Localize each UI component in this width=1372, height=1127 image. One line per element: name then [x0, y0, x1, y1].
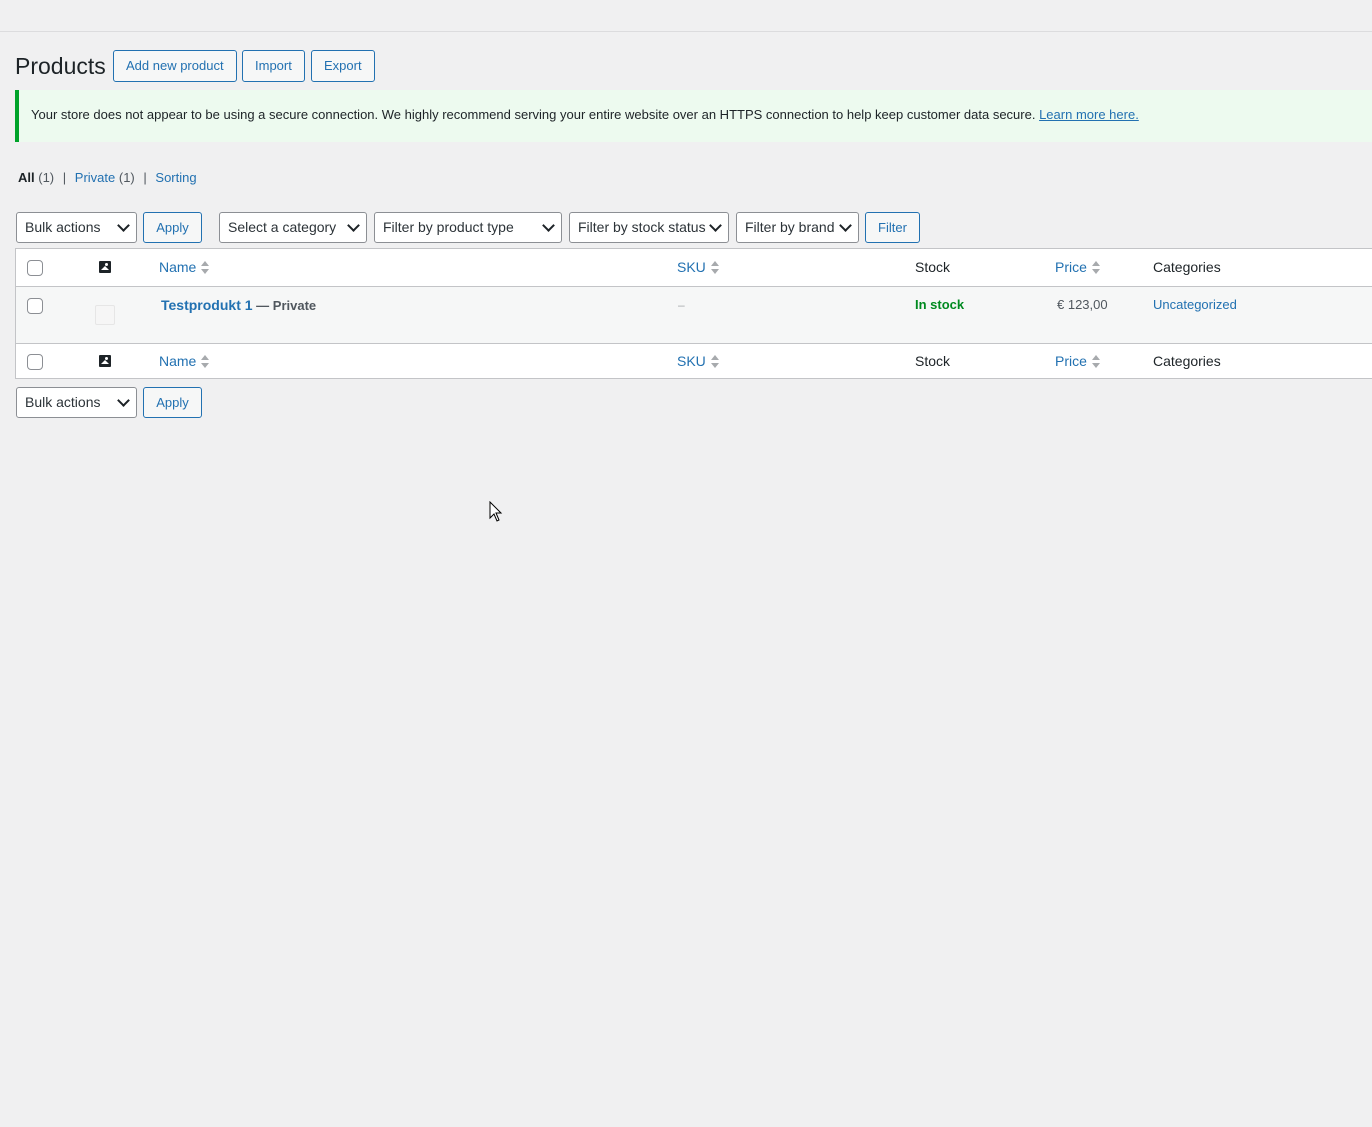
product-price: € 123,00	[1057, 297, 1108, 312]
column-price-footer[interactable]: Price	[1055, 351, 1101, 371]
table-header: Name SKU Stock Price Categories	[16, 249, 1372, 287]
product-category-link[interactable]: Uncategorized	[1153, 295, 1237, 315]
brand-value: Filter by brand	[745, 219, 835, 235]
column-price-label: Price	[1055, 353, 1087, 369]
column-sku-footer[interactable]: SKU	[677, 351, 720, 371]
import-button[interactable]: Import	[242, 50, 305, 82]
category-select[interactable]: Select a category	[219, 212, 367, 243]
stock-status-value: Filter by stock status	[578, 219, 706, 235]
column-stock-footer: Stock	[915, 353, 951, 369]
filter-button[interactable]: Filter	[865, 212, 920, 243]
select-all-checkbox[interactable]	[27, 260, 43, 276]
column-sku-label: SKU	[677, 353, 706, 369]
add-new-product-button[interactable]: Add new product	[113, 50, 237, 82]
column-name-label: Name	[159, 259, 197, 275]
category-value: Select a category	[228, 219, 337, 235]
products-table: Name SKU Stock Price Categories Testprod…	[15, 248, 1372, 344]
bulk-actions-value: Bulk actions	[25, 394, 101, 410]
chevron-down-icon	[117, 219, 130, 232]
image-icon	[99, 261, 111, 273]
product-thumbnail[interactable]	[95, 305, 115, 325]
column-stock-header: Stock	[915, 259, 951, 275]
notice-text: Your store does not appear to be using a…	[31, 107, 1036, 122]
learn-more-link[interactable]: Learn more here.	[1039, 107, 1139, 122]
view-all-link[interactable]: All	[18, 170, 35, 185]
chevron-down-icon	[709, 219, 722, 232]
page-title: Products	[15, 53, 106, 79]
view-all-count: (1)	[38, 170, 55, 185]
apply-button-bottom[interactable]: Apply	[143, 387, 202, 418]
sort-icon	[200, 355, 210, 369]
product-sku: –	[678, 298, 685, 312]
column-name-footer[interactable]: Name	[159, 351, 210, 371]
bulk-actions-value: Bulk actions	[25, 219, 101, 235]
column-categories-header: Categories	[1153, 259, 1221, 275]
column-name-header[interactable]: Name	[159, 257, 210, 277]
ssl-notice: Your store does not appear to be using a…	[15, 90, 1372, 142]
view-private-count: (1)	[118, 170, 135, 185]
separator: |	[143, 170, 147, 185]
image-icon	[99, 355, 111, 367]
product-name-cell: Testprodukt 1 — Private	[161, 295, 316, 316]
admin-top-bar	[0, 0, 1372, 32]
column-name-label: Name	[159, 353, 197, 369]
view-sorting-link[interactable]: Sorting	[155, 170, 196, 185]
product-name-link[interactable]: Testprodukt 1	[161, 297, 253, 313]
column-sku-header[interactable]: SKU	[677, 257, 720, 277]
chevron-down-icon	[839, 219, 852, 232]
sort-icon	[1091, 261, 1101, 275]
bulk-actions-select[interactable]: Bulk actions	[16, 212, 137, 243]
mouse-cursor-icon	[489, 501, 503, 522]
table-row: Testprodukt 1 — Private – In stock € 123…	[16, 287, 1372, 344]
view-private-link[interactable]: Private	[75, 170, 115, 185]
select-all-checkbox-bottom[interactable]	[27, 354, 43, 370]
sort-icon	[1091, 355, 1101, 369]
product-type-select[interactable]: Filter by product type	[374, 212, 562, 243]
bulk-actions-select-bottom[interactable]: Bulk actions	[16, 387, 137, 418]
chevron-down-icon	[347, 219, 360, 232]
table-footer: Name SKU Stock Price Categories	[15, 343, 1372, 379]
row-checkbox[interactable]	[27, 298, 43, 314]
column-price-label: Price	[1055, 259, 1087, 275]
column-categories-footer: Categories	[1153, 353, 1221, 369]
separator: |	[62, 170, 67, 185]
column-sku-label: SKU	[677, 259, 706, 275]
view-filters: All (1) | Private (1) | Sorting	[18, 170, 197, 186]
export-button[interactable]: Export	[311, 50, 375, 82]
product-stock-status: In stock	[915, 297, 965, 312]
product-state: — Private	[256, 298, 317, 313]
apply-button[interactable]: Apply	[143, 212, 202, 243]
sort-icon	[200, 261, 210, 275]
product-type-value: Filter by product type	[383, 219, 514, 235]
stock-status-select[interactable]: Filter by stock status	[569, 212, 729, 243]
chevron-down-icon	[542, 219, 555, 232]
sort-icon	[710, 355, 720, 369]
column-price-header[interactable]: Price	[1055, 257, 1101, 277]
brand-select[interactable]: Filter by brand	[736, 212, 859, 243]
sort-icon	[710, 261, 720, 275]
chevron-down-icon	[117, 394, 130, 407]
